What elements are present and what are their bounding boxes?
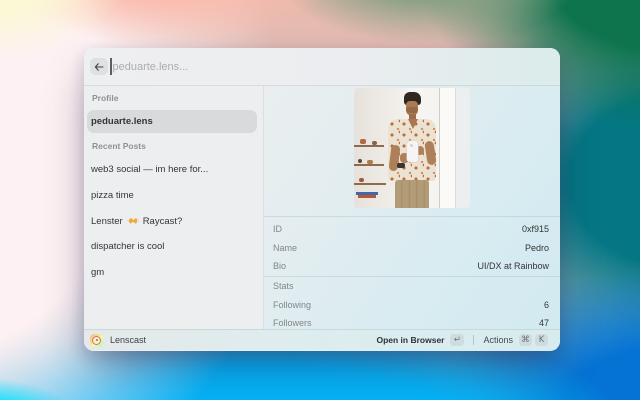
app-name: Lenscast [110, 335, 146, 345]
photo-face-shade [406, 107, 418, 113]
search-header: peduarte.lens... [84, 48, 560, 86]
photo-pants [395, 180, 429, 208]
back-arrow-icon [94, 63, 104, 71]
content-area: Profile peduarte.lens Recent Posts web3 … [84, 86, 560, 329]
sidebar-item-pizza-time[interactable]: pizza time [87, 183, 257, 209]
sidebar-item-dispatcher-is-cool[interactable]: dispatcher is cool [87, 234, 257, 260]
photo-shelf-pot-2 [372, 141, 377, 145]
search-query: peduarte.lens... [113, 61, 189, 73]
field-row-id: ID 0xf915 [264, 220, 560, 238]
sidebar-item-label: dispatcher is cool [91, 241, 164, 252]
photo-shelf-1 [354, 145, 384, 147]
lenscast-logo-icon [90, 334, 103, 347]
photo-shelf-pot-3 [358, 159, 362, 163]
field-row-bio: Bio UI/DX at Rainbow [264, 257, 560, 275]
sidebar-item-web3-social[interactable]: web3 social — im here for... [87, 157, 257, 183]
stats-row-following: Following 6 [264, 296, 560, 314]
open-in-browser-button[interactable]: Open in Browser ↵ [376, 334, 464, 347]
field-label: ID [273, 224, 282, 234]
sidebar-item-label: Raycast? [143, 216, 183, 227]
photo-watch [397, 163, 405, 168]
footer-actions: Open in Browser ↵ Actions ⌘ K [376, 334, 548, 347]
field-label: Followers [273, 318, 312, 328]
photo-door-right [455, 88, 470, 208]
handshake-icon [127, 216, 139, 226]
photo-shelf-pot-1 [360, 139, 366, 144]
sidebar-item-label: web3 social — im here for... [91, 164, 208, 175]
photo-book-red [358, 195, 376, 198]
photo-shelf-pot-4 [367, 160, 373, 164]
field-label: Bio [273, 261, 286, 271]
results-sidebar: Profile peduarte.lens Recent Posts web3 … [84, 86, 264, 329]
profile-photo [354, 88, 470, 208]
k-key-icon: K [535, 334, 548, 346]
actions-button[interactable]: Actions ⌘ K [483, 334, 548, 346]
photo-phone-camera [410, 144, 413, 147]
sidebar-item-label: pizza time [91, 190, 134, 201]
footer-separator [473, 335, 474, 345]
metadata-section: ID 0xf915 Name Pedro Bio UI/DX at Rainbo… [264, 216, 560, 329]
field-label: Following [273, 300, 311, 310]
actions-label: Actions [483, 335, 513, 345]
detail-panel: ID 0xf915 Name Pedro Bio UI/DX at Rainbo… [264, 86, 560, 329]
sidebar-item-label: peduarte.lens [91, 116, 153, 127]
field-label: Name [273, 243, 297, 253]
sidebar-item-peduarte-lens[interactable]: peduarte.lens [87, 110, 257, 133]
back-button[interactable] [90, 58, 108, 75]
stats-row-followers: Followers 47 [264, 314, 560, 329]
lenscast-logo-dot [96, 339, 98, 341]
open-in-browser-label: Open in Browser [376, 335, 444, 345]
field-value: 0xf915 [522, 224, 549, 234]
sidebar-item-label: Lenster [91, 216, 123, 227]
section-header-profile: Profile [87, 91, 257, 104]
return-key-icon: ↵ [450, 334, 464, 347]
text-cursor [110, 58, 112, 75]
app-identity: Lenscast [90, 334, 146, 347]
photo-door [439, 88, 455, 208]
command-key-icon: ⌘ [519, 334, 532, 346]
field-value: 6 [544, 300, 549, 310]
sidebar-item-label: gm [91, 267, 104, 278]
field-value: UI/DX at Rainbow [477, 261, 549, 271]
photo-shelf-2 [354, 164, 384, 166]
photo-shelf-3 [354, 183, 386, 185]
field-value: Pedro [525, 243, 549, 253]
field-row-name: Name Pedro [264, 238, 560, 256]
field-value: 47 [539, 318, 549, 328]
section-header-recent-posts: Recent Posts [87, 139, 257, 153]
stats-header-row: Stats [264, 277, 560, 295]
launcher-window: peduarte.lens... Profile peduarte.lens R… [84, 48, 560, 351]
stats-header: Stats [273, 281, 294, 291]
sidebar-item-gm[interactable]: gm [87, 260, 257, 286]
photo-shelf-pot-5 [359, 178, 364, 182]
desktop: { "search": { "query": "peduarte.lens...… [0, 0, 640, 400]
search-input[interactable]: peduarte.lens... [110, 48, 550, 85]
action-bar: Lenscast Open in Browser ↵ Actions ⌘ K [84, 329, 560, 350]
sidebar-item-lenster-raycast[interactable]: Lenster Raycast? [87, 208, 257, 234]
